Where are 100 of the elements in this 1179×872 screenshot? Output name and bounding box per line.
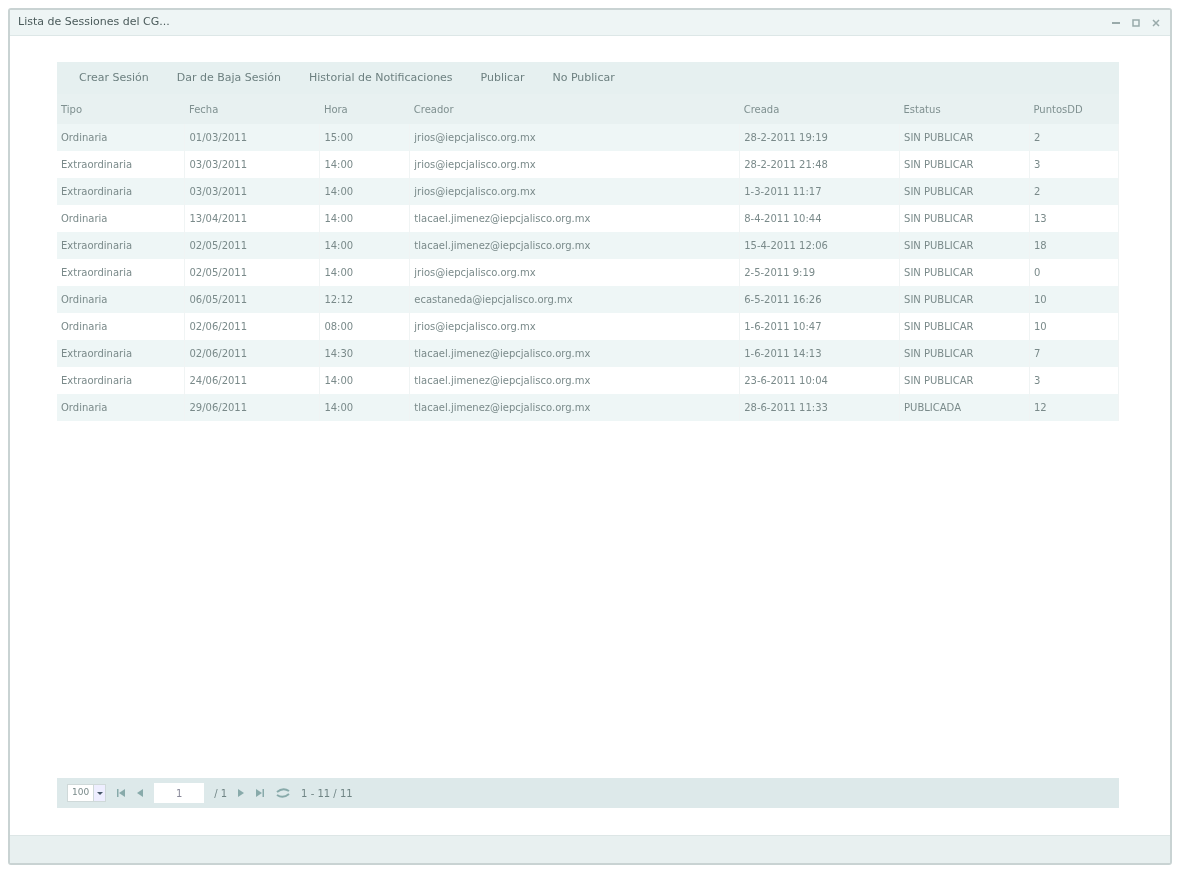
table-cell: 1-3-2011 11:17 (739, 178, 900, 205)
table-cell: SIN PUBLICAR (899, 178, 1030, 205)
table-cell: 14:00 (319, 259, 410, 286)
table-cell: 02/06/2011 (184, 313, 320, 340)
table-cell: Ordinaria (57, 205, 185, 232)
table-cell: Extraordinaria (57, 178, 185, 205)
table-cell: 06/05/2011 (184, 286, 320, 313)
table-cell: 01/03/2011 (184, 124, 320, 151)
table-cell: 03/03/2011 (184, 178, 320, 205)
table-cell: 12 (1029, 394, 1119, 421)
page-size-select[interactable]: 100 (67, 784, 107, 802)
table-cell: 23-6-2011 10:04 (739, 367, 900, 394)
table-cell: 14:00 (319, 151, 410, 178)
toolbar-button[interactable]: No Publicar (538, 65, 629, 91)
column-header[interactable]: Fecha (184, 94, 320, 124)
column-header[interactable]: Tipo (57, 94, 185, 124)
table-cell: ecastaneda@iepcjalisco.org.mx (409, 286, 740, 313)
toolbar-button[interactable]: Publicar (466, 65, 539, 91)
previous-page-icon[interactable] (136, 788, 145, 798)
table-cell: jrios@iepcjalisco.org.mx (409, 124, 740, 151)
window-title: Lista de Sessiones del CG... (18, 14, 170, 31)
toolbar-button[interactable]: Historial de Notificaciones (295, 65, 467, 91)
table-cell: 7 (1029, 340, 1119, 367)
column-header[interactable]: Creada (739, 94, 900, 124)
table-cell: SIN PUBLICAR (899, 124, 1030, 151)
refresh-icon[interactable] (275, 787, 292, 799)
first-page-icon[interactable] (116, 788, 127, 798)
column-header[interactable]: Estatus (899, 94, 1030, 124)
next-page-icon[interactable] (237, 788, 246, 798)
table-cell: 13/04/2011 (184, 205, 320, 232)
table-cell: Ordinaria (57, 394, 185, 421)
table-cell: 13 (1029, 205, 1119, 232)
table-cell: SIN PUBLICAR (899, 259, 1030, 286)
table-cell: SIN PUBLICAR (899, 286, 1030, 313)
close-icon[interactable] (1150, 16, 1162, 29)
page-count: / 1 (214, 786, 228, 801)
table-cell: tlacael.jimenez@iepcjalisco.org.mx (409, 367, 740, 394)
table-cell: 15:00 (319, 124, 410, 151)
table-cell: 2 (1029, 124, 1119, 151)
table-cell: 3 (1029, 151, 1119, 178)
column-header[interactable]: Creador (409, 94, 740, 124)
table-cell: SIN PUBLICAR (899, 340, 1030, 367)
table-cell: 14:00 (319, 367, 410, 394)
table-cell: 3 (1029, 367, 1119, 394)
table-cell: SIN PUBLICAR (899, 232, 1030, 259)
table-cell: tlacael.jimenez@iepcjalisco.org.mx (409, 394, 740, 421)
table-cell: jrios@iepcjalisco.org.mx (409, 151, 740, 178)
page-input[interactable]: 1 (154, 783, 205, 803)
table-cell: 12:12 (319, 286, 410, 313)
table-cell: Extraordinaria (57, 367, 185, 394)
table-cell: 14:00 (319, 205, 410, 232)
table-cell: 6-5-2011 16:26 (739, 286, 900, 313)
record-summary: 1 - 11 / 11 (301, 786, 353, 801)
table-cell: 8-4-2011 10:44 (739, 205, 900, 232)
table-cell: Extraordinaria (57, 232, 185, 259)
table-cell: 02/05/2011 (184, 259, 320, 286)
table-cell: 28-6-2011 11:33 (739, 394, 900, 421)
last-page-icon[interactable] (255, 788, 266, 798)
table-cell: Ordinaria (57, 124, 185, 151)
table-cell: PUBLICADA (899, 394, 1030, 421)
table-cell: Extraordinaria (57, 259, 185, 286)
table-cell: 24/06/2011 (184, 367, 320, 394)
table-cell: 18 (1029, 232, 1119, 259)
table-cell: 02/05/2011 (184, 232, 320, 259)
table-cell: 28-2-2011 19:19 (739, 124, 900, 151)
table-cell: 1-6-2011 14:13 (739, 340, 900, 367)
column-header[interactable]: Hora (319, 94, 410, 124)
table-cell: SIN PUBLICAR (899, 313, 1030, 340)
table-cell: Extraordinaria (57, 340, 185, 367)
table-cell: Ordinaria (57, 286, 185, 313)
table-cell: 10 (1029, 286, 1119, 313)
table-cell: 14:00 (319, 394, 410, 421)
table-cell: 10 (1029, 313, 1119, 340)
table-cell: 0 (1029, 259, 1119, 286)
table-cell: SIN PUBLICAR (899, 205, 1030, 232)
toolbar-button[interactable]: Dar de Baja Sesión (162, 65, 296, 91)
table-cell: 14:30 (319, 340, 410, 367)
table-cell: 29/06/2011 (184, 394, 320, 421)
table-cell: jrios@iepcjalisco.org.mx (409, 178, 740, 205)
table-cell: 2-5-2011 9:19 (739, 259, 900, 286)
table-cell: tlacael.jimenez@iepcjalisco.org.mx (409, 340, 740, 367)
table-cell: 03/03/2011 (184, 151, 320, 178)
maximize-icon[interactable] (1130, 16, 1142, 29)
table-cell: jrios@iepcjalisco.org.mx (409, 259, 740, 286)
toolbar-button[interactable]: Crear Sesión (65, 65, 163, 91)
table-cell: 2 (1029, 178, 1119, 205)
table-cell: 14:00 (319, 232, 410, 259)
table-cell: tlacael.jimenez@iepcjalisco.org.mx (409, 232, 740, 259)
table-cell: 14:00 (319, 178, 410, 205)
table-cell: SIN PUBLICAR (899, 151, 1030, 178)
table-cell: jrios@iepcjalisco.org.mx (409, 313, 740, 340)
table-cell: SIN PUBLICAR (899, 367, 1030, 394)
table-cell: Ordinaria (57, 313, 185, 340)
table-cell: 28-2-2011 21:48 (739, 151, 900, 178)
caret-icon[interactable] (93, 785, 106, 801)
column-header[interactable]: PuntosDD (1029, 94, 1119, 124)
table-cell: tlacael.jimenez@iepcjalisco.org.mx (409, 205, 740, 232)
table-cell: Extraordinaria (57, 151, 185, 178)
table-cell: 08:00 (319, 313, 410, 340)
table-cell: 15-4-2011 12:06 (739, 232, 900, 259)
